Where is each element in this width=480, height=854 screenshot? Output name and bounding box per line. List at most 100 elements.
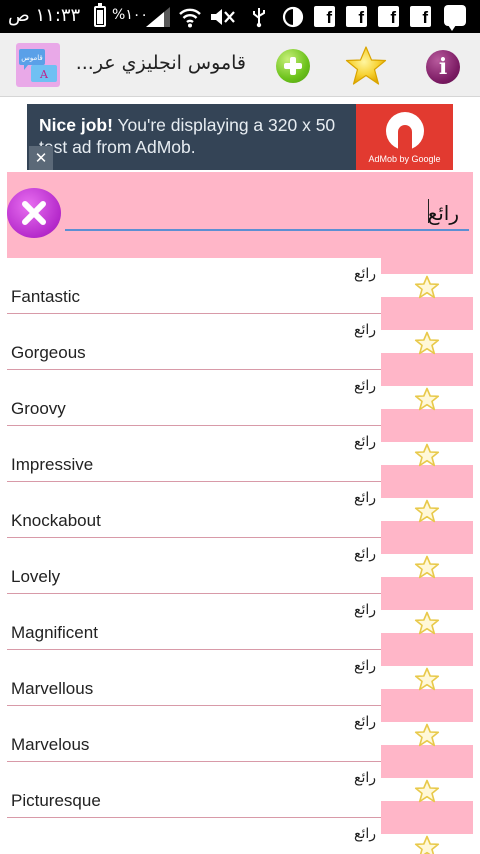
data-saver-icon	[282, 6, 304, 28]
arabic-translation: رائع	[354, 266, 376, 282]
add-favorite-button[interactable]	[381, 258, 473, 314]
arabic-translation: رائع	[354, 826, 376, 842]
star-outline-icon	[414, 611, 440, 635]
english-word: Magnificent	[11, 623, 98, 642]
arabic-translation: رائع	[354, 378, 376, 394]
favorite-bg	[381, 465, 473, 482]
favorite-bg	[381, 409, 473, 426]
add-favorite-button[interactable]	[381, 818, 473, 854]
ad-banner[interactable]: Nice job! You're displaying a 320 x 50 t…	[27, 104, 453, 170]
english-word: Gorgeous	[11, 343, 86, 362]
star-outline-icon	[414, 555, 440, 579]
add-favorite-button[interactable]	[381, 538, 473, 594]
favorite-bg	[381, 482, 473, 498]
list-item[interactable]: Lovely رائع	[7, 538, 473, 594]
facebook-notification-icon: f	[378, 6, 399, 27]
list-item[interactable]: Marvelous رائع	[7, 706, 473, 762]
star-outline-icon	[414, 443, 440, 467]
star-outline-icon	[414, 723, 440, 747]
facebook-notification-icon: f	[346, 6, 367, 27]
favorites-button[interactable]	[344, 45, 388, 87]
list-item[interactable]: Knockabout رائع	[7, 482, 473, 538]
list-item[interactable]: Marvellous رائع	[7, 650, 473, 706]
facebook-notification-icon: f	[410, 6, 431, 27]
list-item[interactable]: Magnificent رائع	[7, 594, 473, 650]
favorite-bg	[381, 538, 473, 554]
wifi-icon	[179, 8, 201, 28]
favorite-bg	[381, 297, 473, 314]
admob-logo-icon	[386, 112, 424, 150]
favorite-bg	[381, 258, 473, 274]
add-favorite-button[interactable]	[381, 426, 473, 482]
favorite-bg	[381, 594, 473, 610]
english-word: Lovely	[11, 567, 61, 586]
list-item[interactable]: Groovy رائع	[7, 370, 473, 426]
english-word: Knockabout	[11, 511, 101, 530]
favorite-bg	[381, 801, 473, 818]
ad-brand-panel[interactable]: AdMob by Google	[356, 104, 453, 170]
battery-level: %١٠٠	[112, 7, 148, 23]
ad-headline: Nice job!	[39, 115, 113, 135]
favorite-bg	[381, 353, 473, 370]
star-outline-icon	[414, 667, 440, 691]
battery-icon	[94, 3, 106, 27]
favorite-bg	[381, 521, 473, 538]
list-item[interactable]: Gorgeous رائع	[7, 314, 473, 370]
list-item[interactable]: رائع	[7, 818, 473, 854]
add-favorite-button[interactable]	[381, 706, 473, 762]
logo-text-ar: قاموس	[21, 54, 42, 62]
favorite-bg	[381, 426, 473, 442]
favorite-bg	[381, 689, 473, 706]
favorite-bg	[381, 762, 473, 778]
clear-search-button[interactable]	[7, 188, 61, 238]
arabic-translation: رائع	[354, 490, 376, 506]
favorite-bg	[381, 633, 473, 650]
results-list[interactable]: Fantastic رائع Gorgeous رائع Groovy رائع Impre…	[7, 258, 473, 854]
facebook-notification-icon: f	[314, 6, 335, 27]
favorites-star-icon	[345, 46, 387, 85]
list-item[interactable]: Picturesque رائع	[7, 762, 473, 818]
english-word: Marvellous	[11, 679, 94, 698]
star-outline-icon	[414, 499, 440, 523]
english-word: Groovy	[11, 399, 66, 418]
add-favorite-button[interactable]	[381, 482, 473, 538]
ad-text: Nice job! You're displaying a 320 x 50 t…	[39, 114, 359, 158]
search-input[interactable]	[65, 197, 469, 231]
add-favorite-button[interactable]	[381, 370, 473, 426]
ad-close-button[interactable]: ✕	[29, 146, 53, 170]
favorite-bg	[381, 650, 473, 666]
dictionary-icon: قاموس A	[19, 49, 57, 82]
info-button[interactable]: i	[426, 50, 460, 84]
add-favorite-button[interactable]	[381, 762, 473, 818]
favorite-bg	[381, 706, 473, 722]
star-outline-icon	[414, 835, 440, 854]
star-outline-icon	[414, 331, 440, 355]
signal-icon	[146, 7, 170, 27]
arabic-translation: رائع	[354, 434, 376, 450]
logo-text-en: A	[39, 68, 49, 81]
add-favorite-button[interactable]	[381, 650, 473, 706]
star-outline-icon	[414, 779, 440, 803]
list-item[interactable]: Impressive رائع	[7, 426, 473, 482]
arabic-translation: رائع	[354, 546, 376, 562]
usb-icon	[253, 8, 265, 28]
search-area	[7, 172, 473, 258]
english-word: Marvelous	[11, 735, 90, 754]
star-outline-icon	[414, 275, 440, 299]
favorite-bg	[381, 370, 473, 386]
add-favorite-button[interactable]	[381, 594, 473, 650]
info-icon: i	[438, 54, 448, 80]
chat-notification-icon	[444, 5, 466, 31]
english-word: Fantastic	[11, 287, 80, 306]
close-x-icon	[22, 201, 46, 225]
add-word-button[interactable]	[276, 49, 310, 83]
action-bar: قاموس A قاموس انجليزي عر... i	[0, 33, 480, 97]
arabic-translation: رائع	[354, 322, 376, 338]
add-favorite-button[interactable]	[381, 314, 473, 370]
list-item[interactable]: Fantastic رائع	[7, 258, 473, 314]
ad-brand-text: AdMob by Google	[368, 154, 441, 164]
favorite-bg	[381, 314, 473, 330]
mute-vibrate-icon	[211, 9, 235, 25]
app-logo-icon[interactable]: قاموس A	[16, 43, 60, 87]
status-time: ١١:٣٣ ص	[8, 5, 81, 26]
